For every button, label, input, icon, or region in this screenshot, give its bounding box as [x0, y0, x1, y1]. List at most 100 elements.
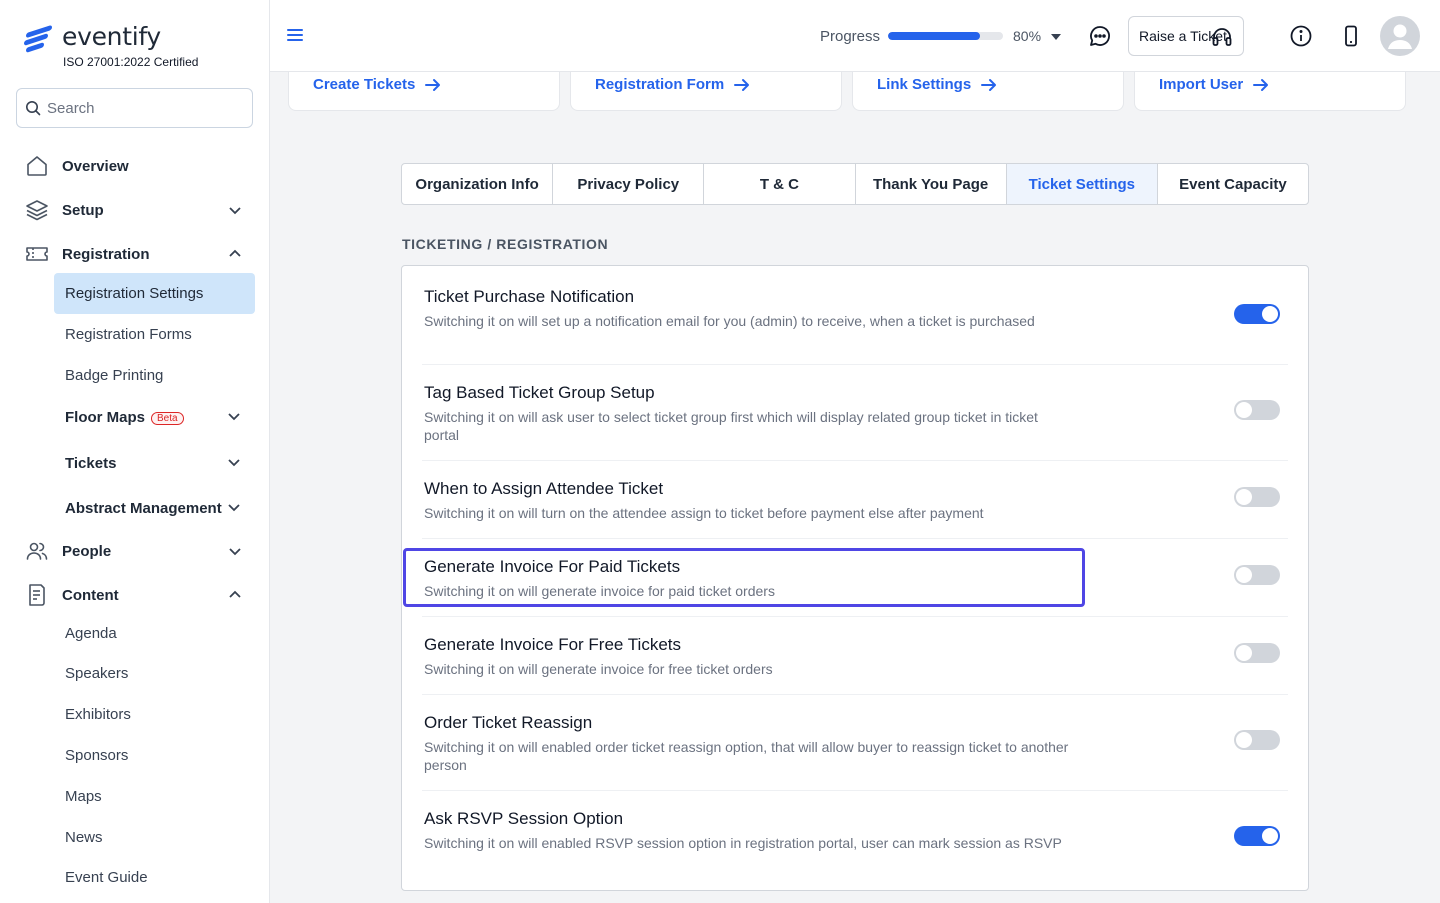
quick-link-label: Create Tickets — [313, 76, 416, 93]
import-user-link[interactable]: Import User — [1159, 76, 1269, 93]
tab-privacy-policy[interactable]: Privacy Policy — [553, 164, 705, 204]
document-icon — [24, 582, 50, 608]
setting-description: Switching it on will generate invoice fo… — [424, 661, 773, 677]
sidebar-subitem-news[interactable]: News — [65, 829, 103, 846]
sidebar-item-registration[interactable]: Registration — [24, 241, 246, 267]
user-icon — [1388, 24, 1412, 49]
chat-icon[interactable] — [1088, 24, 1112, 48]
arrow-right-icon — [981, 78, 997, 91]
chevron-down-icon — [229, 207, 241, 215]
link-settings-link[interactable]: Link Settings — [877, 76, 997, 93]
settings-panel: Ticket Purchase Notification Switching i… — [401, 265, 1309, 891]
sidebar-subitem-badge-printing[interactable]: Badge Printing — [65, 367, 163, 384]
settings-tabs: Organization Info Privacy Policy T & C T… — [401, 163, 1309, 205]
sidebar-item-setup[interactable]: Setup — [24, 197, 246, 223]
search-box — [16, 88, 253, 128]
sidebar-subitem-tickets[interactable]: Tickets — [65, 455, 116, 472]
rsvp-session-option-toggle[interactable] — [1234, 826, 1280, 846]
sidebar-subitem-registration-forms[interactable]: Registration Forms — [65, 326, 192, 343]
progress-bar — [888, 32, 1003, 40]
beta-badge: Beta — [151, 412, 184, 425]
mobile-icon[interactable] — [1339, 24, 1363, 48]
arrow-right-icon — [425, 78, 441, 91]
users-icon — [24, 538, 50, 564]
setting-row: Generate Invoice For Free Tickets Switch… — [422, 617, 1288, 695]
sidebar-subitem-floor-maps[interactable]: Floor Maps Beta — [65, 409, 184, 426]
chevron-up-icon — [229, 590, 241, 598]
certification-text: ISO 27001:2022 Certified — [63, 55, 199, 69]
section-title: TICKETING / REGISTRATION — [402, 236, 609, 252]
chevron-down-icon[interactable] — [226, 456, 242, 470]
sidebar-item-content[interactable]: Content — [24, 582, 246, 608]
setting-row: Tag Based Ticket Group Setup Switching i… — [422, 365, 1288, 461]
setting-row: When to Assign Attendee Ticket Switching… — [422, 461, 1288, 539]
chevron-up-icon — [229, 249, 241, 257]
tab-ticket-settings[interactable]: Ticket Settings — [1006, 164, 1158, 204]
setting-description: Switching it on will enabled order ticke… — [424, 739, 1069, 773]
sidebar-subitem-registration-settings[interactable]: Registration Settings — [65, 285, 203, 302]
setting-title: Tag Based Ticket Group Setup — [424, 383, 655, 402]
sidebar-subitem-event-guide[interactable]: Event Guide — [65, 869, 148, 886]
headset-icon — [1212, 28, 1232, 46]
sidebar-subitem-abstract-management[interactable]: Abstract Management — [65, 500, 222, 517]
sidebar-item-label: Registration — [62, 245, 150, 263]
sidebar-item-label: People — [62, 542, 112, 560]
quick-link-label: Link Settings — [877, 76, 972, 93]
brand-name: eventify — [62, 22, 161, 51]
search-input[interactable] — [47, 99, 237, 117]
setting-row: Order Ticket Reassign Switching it on wi… — [422, 695, 1288, 791]
tag-based-ticket-group-toggle[interactable] — [1234, 400, 1280, 420]
invoice-paid-tickets-toggle[interactable] — [1234, 565, 1280, 585]
chevron-down-icon — [229, 548, 241, 556]
sidebar-item-label: Setup — [62, 201, 104, 219]
sidebar-subitem-speakers[interactable]: Speakers — [65, 665, 128, 682]
tab-thank-you-page[interactable]: Thank You Page — [856, 164, 1007, 204]
brand-logo[interactable]: eventify — [24, 22, 161, 53]
raise-ticket-button[interactable]: Raise a Ticket — [1128, 16, 1244, 56]
arrow-right-icon — [734, 78, 750, 91]
sidebar-item-label: Overview — [62, 157, 129, 175]
quick-link-label: Registration Form — [595, 76, 725, 93]
chevron-down-icon[interactable] — [226, 501, 242, 515]
tab-terms-conditions[interactable]: T & C — [704, 164, 856, 204]
create-tickets-link[interactable]: Create Tickets — [313, 76, 441, 93]
registration-form-link[interactable]: Registration Form — [595, 76, 750, 93]
progress-bar-fill — [888, 32, 980, 40]
setting-description: Switching it on will set up a notificati… — [424, 313, 1035, 329]
progress-percent: 80% — [1013, 28, 1042, 44]
chevron-down-icon[interactable] — [226, 410, 242, 424]
sidebar-item-label: Content — [62, 586, 119, 604]
top-bar: Progress 80% Raise a Ticket — [270, 0, 1440, 72]
eventify-logo-icon — [24, 23, 54, 53]
setting-title: Generate Invoice For Free Tickets — [424, 635, 681, 654]
sidebar-item-overview[interactable]: Overview — [24, 153, 246, 179]
tab-event-capacity[interactable]: Event Capacity — [1158, 164, 1308, 204]
sidebar-subitem-exhibitors[interactable]: Exhibitors — [65, 706, 131, 723]
ticket-purchase-notification-toggle[interactable] — [1234, 304, 1280, 324]
setting-title: When to Assign Attendee Ticket — [424, 479, 664, 498]
layers-icon — [24, 197, 50, 223]
setting-description: Switching it on will turn on the attende… — [424, 505, 984, 521]
setting-title: Ask RSVP Session Option — [424, 809, 624, 828]
invoice-free-tickets-toggle[interactable] — [1234, 643, 1280, 663]
progress-label: Progress — [820, 28, 881, 45]
progress-dropdown-icon[interactable] — [1051, 34, 1061, 40]
sidebar-item-people[interactable]: People — [24, 538, 246, 564]
sidebar-subitem-maps[interactable]: Maps — [65, 788, 102, 805]
setting-title: Generate Invoice For Paid Tickets — [424, 557, 681, 576]
setting-row: Generate Invoice For Paid Tickets Switch… — [422, 539, 1288, 617]
ticket-icon — [24, 241, 50, 267]
setting-title: Ticket Purchase Notification — [424, 287, 635, 306]
sidebar-subitem-sponsors[interactable]: Sponsors — [65, 747, 128, 764]
arrow-right-icon — [1253, 78, 1269, 91]
setting-row: Ticket Purchase Notification Switching i… — [422, 266, 1288, 365]
tab-organization-info[interactable]: Organization Info — [402, 164, 554, 204]
menu-icon[interactable] — [286, 26, 304, 44]
assign-attendee-ticket-toggle[interactable] — [1234, 487, 1280, 507]
sidebar-subitem-agenda[interactable]: Agenda — [65, 625, 117, 642]
order-ticket-reassign-toggle[interactable] — [1234, 730, 1280, 750]
sidebar-item-label: Floor Maps — [65, 409, 146, 426]
setting-description: Switching it on will ask user to select … — [424, 409, 1038, 443]
user-avatar[interactable] — [1380, 16, 1420, 56]
info-icon[interactable] — [1289, 24, 1313, 48]
